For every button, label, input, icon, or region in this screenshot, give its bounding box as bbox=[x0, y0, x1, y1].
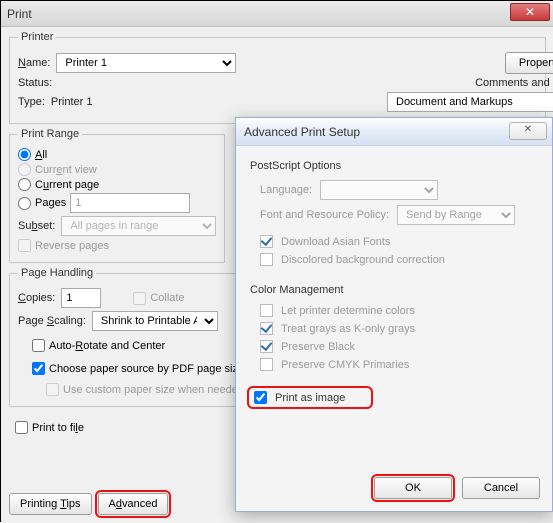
preserve-cmyk-input bbox=[260, 358, 273, 371]
print-as-image-check[interactable]: Print as image bbox=[250, 389, 370, 406]
printer-legend: Printer bbox=[18, 31, 56, 43]
copies-input[interactable] bbox=[61, 288, 101, 308]
scaling-label: Page Scaling: bbox=[18, 315, 86, 327]
pages-input bbox=[70, 193, 190, 213]
cancel-button[interactable]: Cancel bbox=[462, 477, 540, 499]
preserve-black-check: Preserve Black bbox=[260, 340, 538, 353]
scaling-select[interactable]: Shrink to Printable Area bbox=[92, 311, 218, 331]
radio-current-page[interactable]: Current page Current page bbox=[18, 178, 216, 191]
print-to-file-input[interactable] bbox=[15, 421, 28, 434]
radio-current-view-input bbox=[18, 163, 31, 176]
auto-rotate-input[interactable] bbox=[32, 339, 45, 352]
adv-title: Advanced Print Setup bbox=[244, 125, 360, 139]
download-asian-input bbox=[260, 235, 273, 248]
preserve-cmyk-check: Preserve CMYK Primaries bbox=[260, 358, 538, 371]
comments-select[interactable]: Document and Markups bbox=[387, 92, 553, 112]
name-label: NName:ame: bbox=[18, 57, 50, 69]
handling-legend: Page Handling bbox=[18, 267, 96, 279]
adv-titlebar: Advanced Print Setup ✕ bbox=[236, 118, 552, 146]
status-label: Status: bbox=[18, 77, 52, 89]
download-asian-check: Download Asian Fonts bbox=[260, 235, 538, 248]
type-label: Type: bbox=[18, 96, 45, 108]
radio-current-page-input[interactable] bbox=[18, 178, 31, 191]
copies-label: Copies: bbox=[18, 292, 55, 304]
advanced-print-setup-dialog: Advanced Print Setup ✕ PostScript Option… bbox=[235, 117, 553, 512]
choose-paper-check[interactable]: Choose paper source by PDF page size bbox=[32, 362, 244, 375]
titlebar: Print ✕ bbox=[1, 1, 553, 27]
properties-button[interactable]: Properties bbox=[505, 52, 553, 74]
preserve-black-input bbox=[260, 340, 273, 353]
radio-pages[interactable]: Pages Pages bbox=[18, 193, 216, 213]
reverse-pages-check: Reverse pages bbox=[18, 239, 216, 252]
ok-button[interactable]: OK bbox=[374, 477, 452, 499]
custom-paper-input bbox=[46, 383, 59, 396]
print-range-group: Print Range All All Current view Current… bbox=[9, 128, 225, 263]
type-value: Printer 1 bbox=[51, 96, 93, 108]
discolored-bg-check: Discolored background correction bbox=[260, 253, 538, 266]
printer-name-select[interactable]: Printer 1 bbox=[56, 53, 236, 73]
subset-select: All pages in range bbox=[61, 216, 216, 236]
postscript-section-title: PostScript Options bbox=[250, 160, 538, 172]
reverse-pages-input bbox=[18, 239, 31, 252]
comments-label: Comments and Forms: bbox=[475, 77, 553, 89]
print-as-image-input[interactable] bbox=[254, 391, 267, 404]
printing-tips-button[interactable]: Printing Tips bbox=[9, 493, 92, 515]
treat-grays-check: Treat grays as K-only grays bbox=[260, 322, 538, 335]
subset-label: Subset: bbox=[18, 220, 55, 232]
bottom-buttons: Printing Tips Printing Tips Advanced Adv… bbox=[9, 493, 168, 515]
let-printer-input bbox=[260, 304, 273, 317]
radio-current-view[interactable]: Current view Current view bbox=[18, 163, 216, 176]
language-label: Language: bbox=[260, 184, 312, 196]
radio-all-input[interactable] bbox=[18, 148, 31, 161]
language-select bbox=[320, 180, 438, 200]
discolored-bg-input bbox=[260, 253, 273, 266]
treat-grays-input bbox=[260, 322, 273, 335]
close-icon[interactable]: ✕ bbox=[510, 3, 550, 21]
radio-all[interactable]: All All bbox=[18, 148, 216, 161]
choose-paper-input[interactable] bbox=[32, 362, 45, 375]
let-printer-check: Let printer determine colors bbox=[260, 304, 538, 317]
adv-close-icon[interactable]: ✕ bbox=[509, 122, 547, 140]
advanced-button[interactable]: Advanced bbox=[98, 493, 169, 515]
radio-pages-input[interactable] bbox=[18, 197, 31, 210]
color-section-title: Color Management bbox=[250, 284, 538, 296]
collate-input bbox=[133, 292, 146, 305]
page-handling-group: Page Handling Copies: Copies: Collate Pa… bbox=[9, 267, 253, 407]
font-policy-select: Send by Range bbox=[397, 205, 515, 225]
printer-group: Printer NName:ame: Printer 1 Properties … bbox=[9, 31, 546, 124]
collate-check: Collate bbox=[133, 292, 184, 305]
auto-rotate-check[interactable]: Auto-Rotate and Center Auto-Rotate and C… bbox=[32, 339, 244, 352]
window-title: Print bbox=[7, 7, 32, 21]
range-legend: Print Range bbox=[18, 128, 82, 140]
font-policy-label: Font and Resource Policy: bbox=[260, 209, 389, 221]
adv-buttons: OK Cancel bbox=[374, 477, 540, 499]
custom-paper-check: Use custom paper size when needed bbox=[46, 383, 244, 396]
